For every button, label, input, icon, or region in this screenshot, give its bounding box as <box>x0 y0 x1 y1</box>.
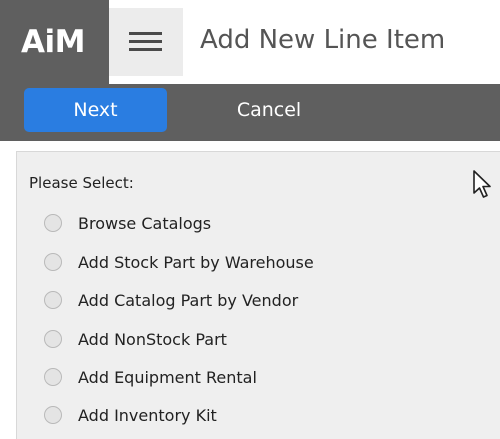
option-browse-catalogs[interactable]: Browse Catalogs <box>44 209 211 237</box>
hamburger-menu-button[interactable] <box>109 8 183 76</box>
option-label: Browse Catalogs <box>78 213 212 233</box>
radio-button[interactable] <box>44 368 62 386</box>
radio-button[interactable] <box>44 214 62 232</box>
header: AiM Add New Line Item <box>0 0 500 84</box>
next-button[interactable]: Next <box>24 88 167 132</box>
option-add-inventory-kit[interactable]: Add Inventory Kit <box>44 401 217 429</box>
toolbar: Next Cancel <box>0 84 500 141</box>
selection-panel: Please Select: Browse Catalogs Add Stock… <box>16 151 500 439</box>
option-label: Add Inventory Kit <box>78 405 217 425</box>
option-label: Add Stock Part by Warehouse <box>78 252 314 272</box>
option-add-stock-part-by-warehouse[interactable]: Add Stock Part by Warehouse <box>44 248 314 276</box>
option-add-nonstock-part[interactable]: Add NonStock Part <box>44 325 227 353</box>
radio-button[interactable] <box>44 330 62 348</box>
mouse-pointer-icon <box>473 170 491 198</box>
option-add-equipment-rental[interactable]: Add Equipment Rental <box>44 363 257 391</box>
option-label: Add NonStock Part <box>78 329 227 349</box>
aim-logo[interactable]: AiM <box>0 0 109 84</box>
option-label: Add Catalog Part by Vendor <box>78 290 299 310</box>
radio-button[interactable] <box>44 291 62 309</box>
option-add-catalog-part-by-vendor[interactable]: Add Catalog Part by Vendor <box>44 286 298 314</box>
radio-button[interactable] <box>44 253 62 271</box>
radio-button[interactable] <box>44 406 62 424</box>
select-prompt: Please Select: <box>29 174 134 192</box>
cancel-button[interactable]: Cancel <box>208 88 330 132</box>
page-title: Add New Line Item <box>200 25 446 55</box>
app-window: AiM Add New Line Item Next Cancel Please… <box>0 0 500 439</box>
option-label: Add Equipment Rental <box>78 367 257 387</box>
